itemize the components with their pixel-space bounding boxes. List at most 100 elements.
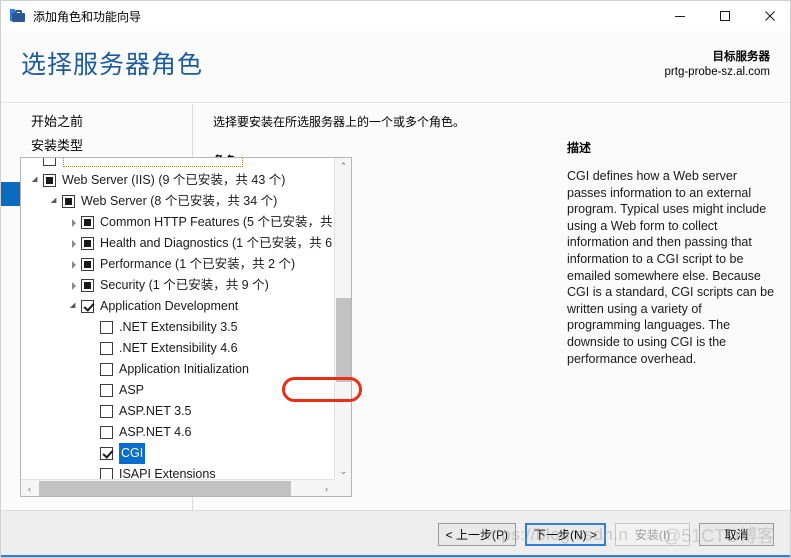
tree-row[interactable]: Common HTTP Features (5 个已安装，共 bbox=[21, 212, 335, 233]
tree-row[interactable]: Application Development bbox=[21, 296, 335, 317]
tree-row[interactable]: Health and Diagnostics (1 个已安装，共 6 bbox=[21, 233, 335, 254]
tree-row-label: .NET Extensibility 3.5 bbox=[119, 320, 238, 334]
chevron-down-icon[interactable] bbox=[48, 191, 62, 212]
destination-server-block: 目标服务器 prtg-probe-sz.al.com bbox=[665, 50, 770, 80]
checkbox-partial-icon[interactable] bbox=[43, 174, 56, 187]
footer-button-2: 安装(I) bbox=[615, 523, 690, 546]
scroll-left-arrow-icon[interactable]: ‹ bbox=[21, 480, 38, 496]
tree-row[interactable]: ASP.NET 4.6 bbox=[21, 422, 335, 443]
tree-row-label: Application Development bbox=[100, 299, 239, 313]
destination-server-value: prtg-probe-sz.al.com bbox=[664, 66, 770, 78]
instruction-text: 选择要安装在所选服务器上的一个或多个角色。 bbox=[213, 115, 466, 129]
maximize-button[interactable] bbox=[702, 1, 747, 31]
vertical-scroll-thumb[interactable] bbox=[336, 298, 351, 382]
tree-row-label: ASP.NET 3.5 bbox=[119, 404, 192, 418]
tree-row[interactable]: .NET Extensibility 3.5 bbox=[21, 317, 335, 338]
checkbox-partial-icon[interactable] bbox=[62, 195, 75, 208]
tree-row[interactable]: ASP bbox=[21, 380, 335, 401]
tree-row-label: ASP.NET 4.6 bbox=[119, 425, 192, 439]
footer-button-0[interactable]: < 上一步(P) bbox=[437, 523, 516, 546]
page-title: 选择服务器角色 bbox=[21, 51, 204, 79]
tree-row-label: ASP bbox=[119, 383, 145, 397]
checkbox-checked-icon[interactable] bbox=[81, 300, 94, 313]
tree-row[interactable]: Web Server (IIS) (9 个已安装，共 43 个) bbox=[21, 170, 335, 191]
horizontal-scroll-thumb[interactable] bbox=[39, 481, 291, 496]
scrollbar-corner bbox=[334, 479, 351, 496]
tree-row-label: Health and Diagnostics (1 个已安装，共 6 bbox=[100, 236, 333, 250]
scroll-down-arrow-icon[interactable]: ⌄ bbox=[335, 463, 351, 480]
tree-row-label: Security (1 个已安装，共 9 个) bbox=[100, 278, 269, 292]
tree-row-label: .NET Extensibility 4.6 bbox=[119, 341, 238, 355]
tree-row-label: Common HTTP Features (5 个已安装，共 bbox=[100, 215, 333, 229]
tree-focus-rect bbox=[63, 158, 243, 167]
chevron-down-icon[interactable] bbox=[67, 296, 81, 317]
tree-row[interactable]: Performance (1 个已安装，共 2 个) bbox=[21, 254, 335, 275]
minimize-button[interactable] bbox=[657, 1, 702, 31]
checkbox-partial-icon[interactable] bbox=[81, 258, 94, 271]
tree-row[interactable]: Security (1 个已安装，共 9 个) bbox=[21, 275, 335, 296]
tree-row[interactable]: .NET Extensibility 4.6 bbox=[21, 338, 335, 359]
description-text: CGI defines how a Web server passes info… bbox=[567, 169, 775, 366]
chevron-right-icon[interactable] bbox=[67, 233, 81, 254]
footer-button-group: < 上一步(P) 下一步(N) > 安装(I) 取消 bbox=[437, 523, 774, 546]
page-header: 选择服务器角色 目标服务器 prtg-probe-sz.al.com bbox=[1, 31, 790, 103]
roles-tree-list: Web Server (IIS) (9 个已安装，共 43 个) Web Serv… bbox=[21, 158, 335, 480]
wizard-bag-icon bbox=[10, 8, 26, 24]
tree-row[interactable] bbox=[21, 158, 335, 170]
tree-row-label: Web Server (8 个已安装，共 34 个) bbox=[81, 194, 278, 208]
sidebar-item-1[interactable]: 安装类型 bbox=[1, 134, 192, 158]
footer-button-1[interactable]: 下一步(N) > bbox=[524, 523, 606, 546]
title-bar: 添加角色和功能向导 bbox=[1, 1, 790, 31]
roles-tree-view[interactable]: Web Server (IIS) (9 个已安装，共 43 个) Web Serv… bbox=[20, 157, 352, 497]
checkbox-unchecked-icon[interactable] bbox=[100, 363, 113, 376]
tree-row[interactable]: Application Initialization bbox=[21, 359, 335, 380]
checkbox-unchecked-icon[interactable] bbox=[100, 342, 113, 355]
tree-row-label: Web Server (IIS) (9 个已安装，共 43 个) bbox=[62, 173, 286, 187]
description-title: 描述 bbox=[567, 141, 592, 155]
footer-button-3[interactable]: 取消 bbox=[699, 523, 774, 546]
destination-server-label: 目标服务器 bbox=[712, 51, 771, 63]
tree-row[interactable]: Web Server (8 个已安装，共 34 个) bbox=[21, 191, 335, 212]
tree-row[interactable]: ISAPI Extensions bbox=[21, 464, 335, 480]
close-button[interactable] bbox=[747, 1, 790, 31]
description-panel: 描述 CGI defines how a Web server passes i… bbox=[561, 104, 790, 510]
checkbox-unchecked-icon[interactable] bbox=[100, 321, 113, 334]
checkbox-unchecked-icon[interactable] bbox=[100, 405, 113, 418]
checkbox-checked-icon[interactable] bbox=[100, 447, 113, 460]
window-controls bbox=[657, 1, 790, 31]
chevron-right-icon[interactable] bbox=[67, 212, 81, 233]
checkbox-partial-icon[interactable] bbox=[81, 237, 94, 250]
tree-vertical-scrollbar[interactable]: ⌃ ⌄ bbox=[334, 158, 351, 480]
wizard-footer: < 上一步(P) 下一步(N) > 安装(I) 取消 bbox=[1, 510, 790, 557]
tree-horizontal-scrollbar[interactable]: ‹ › bbox=[21, 479, 335, 496]
tree-row[interactable]: CGI bbox=[21, 443, 335, 464]
checkbox-unchecked-icon[interactable] bbox=[100, 426, 113, 439]
tree-row-label: ISAPI Extensions bbox=[119, 467, 216, 480]
wizard-body: 开始之前安装类型服务器选择服务器角色功能确认结果 选择要安装在所选服务器上的一个… bbox=[1, 104, 790, 510]
tree-row-label: CGI bbox=[119, 443, 146, 464]
checkbox-unchecked-icon[interactable] bbox=[43, 158, 56, 166]
tree-row[interactable]: ASP.NET 3.5 bbox=[21, 401, 335, 422]
window-title: 添加角色和功能向导 bbox=[33, 9, 142, 24]
sidebar-item-0[interactable]: 开始之前 bbox=[1, 110, 192, 134]
scroll-right-arrow-icon[interactable]: › bbox=[318, 480, 335, 496]
add-roles-features-wizard-window: 添加角色和功能向导 选择服务器角色 目标服务器 prtg-probe-sz.al… bbox=[0, 0, 791, 558]
chevron-down-icon[interactable] bbox=[29, 170, 43, 191]
chevron-right-icon[interactable] bbox=[67, 254, 81, 275]
checkbox-partial-icon[interactable] bbox=[81, 279, 94, 292]
chevron-right-icon[interactable] bbox=[67, 275, 81, 296]
roles-tree-clip: Web Server (IIS) (9 个已安装，共 43 个) Web Serv… bbox=[21, 158, 335, 480]
tree-row-label: Application Initialization bbox=[119, 362, 249, 376]
checkbox-unchecked-icon[interactable] bbox=[100, 384, 113, 397]
scroll-up-arrow-icon[interactable]: ⌃ bbox=[335, 158, 351, 175]
checkbox-partial-icon[interactable] bbox=[81, 216, 94, 229]
